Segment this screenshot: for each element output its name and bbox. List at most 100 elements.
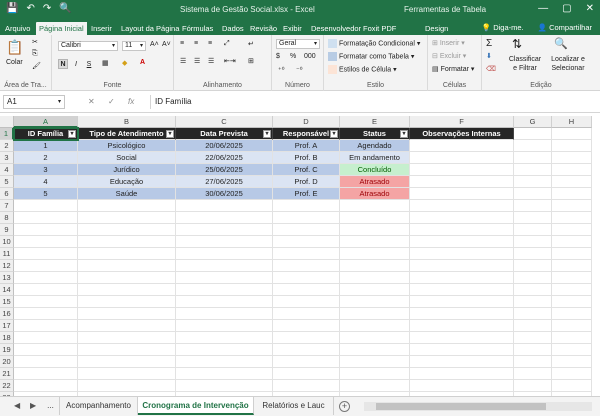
align-top-icon[interactable]: ≡ <box>180 40 184 47</box>
empty-cell[interactable] <box>176 272 273 284</box>
empty-cell[interactable] <box>514 164 552 176</box>
row-header-1[interactable]: 1 <box>0 128 14 140</box>
empty-cell[interactable] <box>552 296 592 308</box>
empty-cell[interactable] <box>176 344 273 356</box>
empty-cell[interactable] <box>410 356 514 368</box>
empty-cell[interactable] <box>14 380 78 392</box>
next-sheet-icon[interactable]: ▶ <box>30 401 36 410</box>
empty-cell[interactable] <box>552 344 592 356</box>
more-sheets-button[interactable]: ... <box>42 397 60 415</box>
table-cell[interactable] <box>410 140 514 152</box>
empty-cell[interactable] <box>514 260 552 272</box>
shrink-font-icon[interactable]: A˅ <box>162 41 171 48</box>
row-header-4[interactable]: 4 <box>0 164 14 176</box>
empty-cell[interactable] <box>176 380 273 392</box>
fill-color-icon[interactable]: ◆ <box>122 59 127 67</box>
empty-cell[interactable] <box>552 284 592 296</box>
row-header-19[interactable]: 19 <box>0 344 14 356</box>
empty-cell[interactable] <box>552 320 592 332</box>
empty-cell[interactable] <box>14 248 78 260</box>
empty-cell[interactable] <box>340 212 410 224</box>
font-size-select[interactable]: 11 <box>122 41 146 51</box>
empty-cell[interactable] <box>14 224 78 236</box>
empty-cell[interactable] <box>410 224 514 236</box>
bold-button[interactable]: N <box>58 59 68 69</box>
font-name-select[interactable]: Calibri <box>58 41 118 51</box>
table-cell[interactable]: 5 <box>14 188 78 200</box>
empty-cell[interactable] <box>514 200 552 212</box>
empty-cell[interactable] <box>514 296 552 308</box>
spreadsheet-grid[interactable]: A B C D E F G H 1 ID Família ▾ Tipo de Atendimento ▾… <box>0 113 600 396</box>
empty-cell[interactable] <box>176 308 273 320</box>
wrap-text-icon[interactable]: ↵ <box>248 40 254 48</box>
table-cell[interactable]: 20/06/2025 <box>176 140 273 152</box>
empty-cell[interactable] <box>552 248 592 260</box>
empty-cell[interactable] <box>552 368 592 380</box>
align-left-icon[interactable]: ☰ <box>180 57 186 65</box>
empty-cell[interactable] <box>176 224 273 236</box>
empty-cell[interactable] <box>552 140 592 152</box>
empty-cell[interactable] <box>14 212 78 224</box>
thousands-button[interactable]: 000 <box>304 53 316 60</box>
table-cell[interactable]: Prof. E <box>273 188 340 200</box>
table-cell[interactable] <box>410 176 514 188</box>
column-header-f[interactable]: F <box>410 116 514 128</box>
empty-cell[interactable] <box>552 236 592 248</box>
column-header-g[interactable]: G <box>514 116 552 128</box>
empty-cell[interactable] <box>273 380 340 392</box>
table-cell[interactable] <box>410 164 514 176</box>
fill-icon[interactable]: ⬇ <box>486 52 492 60</box>
empty-cell[interactable] <box>410 308 514 320</box>
empty-cell[interactable] <box>552 224 592 236</box>
tab-formulas[interactable]: Fórmulas <box>179 22 216 35</box>
empty-cell[interactable] <box>340 356 410 368</box>
empty-cell[interactable] <box>176 320 273 332</box>
filter-dropdown-icon[interactable]: ▾ <box>330 130 338 138</box>
table-cell[interactable]: Saúde <box>78 188 176 200</box>
format-as-table-button[interactable]: Formatar como Tabela ▾ <box>328 52 414 61</box>
row-header-7[interactable]: 7 <box>0 200 14 212</box>
empty-cell[interactable] <box>410 200 514 212</box>
paste-button[interactable]: Colar <box>6 59 23 66</box>
empty-cell[interactable] <box>410 212 514 224</box>
table-cell[interactable]: Psicológico <box>78 140 176 152</box>
empty-cell[interactable] <box>273 332 340 344</box>
name-box[interactable]: A1 <box>3 95 65 109</box>
filter-dropdown-icon[interactable]: ▾ <box>263 130 271 138</box>
table-cell[interactable]: Concluído <box>340 164 410 176</box>
empty-cell[interactable] <box>78 368 176 380</box>
row-header-14[interactable]: 14 <box>0 284 14 296</box>
empty-cell[interactable] <box>552 128 592 140</box>
table-cell[interactable]: Prof. D <box>273 176 340 188</box>
print-preview-icon[interactable]: 🔍 <box>59 3 71 14</box>
table-cell[interactable]: Atrasado <box>340 176 410 188</box>
empty-cell[interactable] <box>340 284 410 296</box>
empty-cell[interactable] <box>78 212 176 224</box>
row-header-5[interactable]: 5 <box>0 176 14 188</box>
empty-cell[interactable] <box>176 368 273 380</box>
empty-cell[interactable] <box>410 260 514 272</box>
empty-cell[interactable] <box>340 320 410 332</box>
empty-cell[interactable] <box>340 308 410 320</box>
row-header-22[interactable]: 22 <box>0 380 14 392</box>
empty-cell[interactable] <box>552 380 592 392</box>
tab-layout[interactable]: Layout da Página <box>118 22 182 35</box>
row-header-17[interactable]: 17 <box>0 320 14 332</box>
column-header-e[interactable]: E <box>340 116 410 128</box>
row-header-11[interactable]: 11 <box>0 248 14 260</box>
align-center-icon[interactable]: ☰ <box>194 57 200 65</box>
grow-font-icon[interactable]: A˄ <box>150 41 159 48</box>
empty-cell[interactable] <box>273 368 340 380</box>
empty-cell[interactable] <box>14 332 78 344</box>
empty-cell[interactable] <box>14 344 78 356</box>
underline-button[interactable]: S <box>84 59 94 69</box>
tab-pagina-inicial[interactable]: Página Inicial <box>36 22 87 35</box>
empty-cell[interactable] <box>176 260 273 272</box>
sheet-tab-relatorios[interactable]: Relatórios e Lauc <box>254 397 334 415</box>
italic-button[interactable]: I <box>71 59 81 69</box>
autosum-icon[interactable]: Σ <box>486 38 492 49</box>
table-header-cell[interactable]: Data Prevista ▾ <box>176 128 273 140</box>
empty-cell[interactable] <box>273 200 340 212</box>
empty-cell[interactable] <box>14 308 78 320</box>
empty-cell[interactable] <box>273 284 340 296</box>
